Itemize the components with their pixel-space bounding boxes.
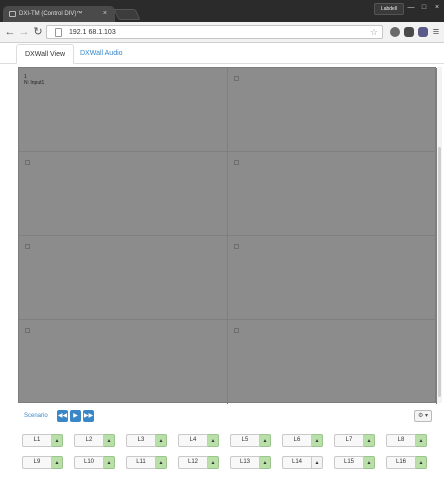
layout-arrow-button[interactable]: ▲: [156, 456, 167, 469]
extension-icon[interactable]: [390, 27, 400, 37]
rewind-button[interactable]: ◀◀: [57, 410, 68, 422]
reload-icon[interactable]: ↻: [32, 25, 44, 39]
url-text: 192.1 68.1.103: [69, 29, 116, 36]
layout-button-l15[interactable]: L15 ▲: [334, 456, 375, 469]
close-window-icon[interactable]: ×: [431, 3, 443, 14]
wall-cell-4[interactable]: [228, 152, 437, 236]
layout-arrow-button[interactable]: ▲: [208, 434, 219, 447]
layout-arrow-button[interactable]: ▲: [364, 456, 375, 469]
back-icon[interactable]: ←: [4, 25, 16, 39]
layout-button-l12[interactable]: L12 ▲: [178, 456, 219, 469]
layout-button-l6[interactable]: L6 ▲: [282, 434, 323, 447]
layout-arrow-button[interactable]: ▲: [364, 434, 375, 447]
lock-icon: [234, 160, 239, 165]
layout-button-l1[interactable]: L1 ▲: [22, 434, 63, 447]
browser-toolbar: ← → ↻ 192.1 68.1.103 ☆ ≡: [0, 22, 444, 43]
wall-cell-8[interactable]: [228, 320, 437, 404]
minimize-icon[interactable]: —: [405, 3, 417, 14]
layout-arrow-button[interactable]: ▲: [312, 434, 323, 447]
scrollbar-thumb[interactable]: [438, 147, 441, 397]
layout-label[interactable]: L6: [282, 434, 312, 447]
layout-label[interactable]: L15: [334, 456, 364, 469]
layout-button-l16[interactable]: L16 ▲: [386, 456, 427, 469]
app-tabs: DXWall View DXWall Audio: [0, 44, 444, 64]
layout-arrow-button[interactable]: ▲: [208, 456, 219, 469]
layout-arrow-button[interactable]: ▲: [312, 456, 323, 469]
wall-cell-2[interactable]: [228, 68, 437, 152]
layout-arrow-button[interactable]: ▲: [260, 434, 271, 447]
layout-arrow-button[interactable]: ▲: [156, 434, 167, 447]
layout-button-l8[interactable]: L8 ▲: [386, 434, 427, 447]
wall-cell-label: 1 N: Input1: [24, 74, 45, 86]
video-wall[interactable]: 1 N: Input1: [18, 67, 437, 404]
layout-arrow-button[interactable]: ▲: [416, 456, 427, 469]
wall-cell-3[interactable]: [19, 152, 228, 236]
close-tab-icon[interactable]: ×: [103, 6, 107, 22]
menu-icon[interactable]: ≡: [430, 25, 442, 39]
wall-cell-5[interactable]: [19, 236, 228, 320]
lock-icon: [234, 76, 239, 81]
lock-icon: [25, 160, 30, 165]
layout-label[interactable]: L2: [74, 434, 104, 447]
layout-label[interactable]: L11: [126, 456, 156, 469]
wall-cell-7[interactable]: [19, 320, 228, 404]
browser-titlebar: DXI-TM (Control DIV)™ × Labdell — □ ×: [0, 0, 444, 22]
layout-button-l10[interactable]: L10 ▲: [74, 456, 115, 469]
forward-icon[interactable]: →: [18, 25, 30, 39]
layout-arrow-button[interactable]: ▲: [52, 434, 63, 447]
address-bar[interactable]: 192.1 68.1.103 ☆: [46, 25, 383, 39]
layout-button-l7[interactable]: L7 ▲: [334, 434, 375, 447]
layout-label[interactable]: L3: [126, 434, 156, 447]
layout-label[interactable]: L16: [386, 456, 416, 469]
layout-label[interactable]: L5: [230, 434, 260, 447]
wall-cell-6[interactable]: [228, 236, 437, 320]
tab-dxwall-view[interactable]: DXWall View: [16, 44, 75, 64]
settings-dropdown-button[interactable]: ⚙ ▾: [414, 410, 432, 422]
layout-button-l4[interactable]: L4 ▲: [178, 434, 219, 447]
layout-label[interactable]: L10: [74, 456, 104, 469]
layout-arrow-button[interactable]: ▲: [104, 434, 115, 447]
lock-icon: [25, 244, 30, 249]
layout-button-l9[interactable]: L9 ▲: [22, 456, 63, 469]
lock-icon: [234, 328, 239, 333]
layout-label[interactable]: L12: [178, 456, 208, 469]
lock-icon: [234, 244, 239, 249]
layout-button-l3[interactable]: L3 ▲: [126, 434, 167, 447]
layout-button-l13[interactable]: L13 ▲: [230, 456, 271, 469]
layout-label[interactable]: L9: [22, 456, 52, 469]
profile-button[interactable]: Labdell: [374, 3, 404, 15]
play-button[interactable]: ▶: [70, 410, 81, 422]
page-icon: [55, 28, 62, 37]
layout-button-l11[interactable]: L11 ▲: [126, 456, 167, 469]
browser-tab[interactable]: DXI-TM (Control DIV)™ ×: [3, 6, 115, 22]
page-favicon-icon: [9, 11, 16, 17]
tab-dxwall-audio[interactable]: DXWall Audio: [72, 44, 131, 64]
fast-forward-button[interactable]: ▶▶: [83, 410, 94, 422]
layout-label[interactable]: L8: [386, 434, 416, 447]
extension-icon[interactable]: [404, 27, 414, 37]
layout-label[interactable]: L7: [334, 434, 364, 447]
layout-label[interactable]: L1: [22, 434, 52, 447]
layout-label[interactable]: L13: [230, 456, 260, 469]
layout-button-l14[interactable]: L14 ▲: [282, 456, 323, 469]
layout-label[interactable]: L14: [282, 456, 312, 469]
layout-arrow-button[interactable]: ▲: [260, 456, 271, 469]
lock-icon: [25, 328, 30, 333]
layout-arrow-button[interactable]: ▲: [104, 456, 115, 469]
bookmark-star-icon[interactable]: ☆: [370, 26, 378, 39]
layout-arrow-button[interactable]: ▲: [52, 456, 63, 469]
browser-tab-title: DXI-TM (Control DIV)™: [19, 11, 83, 17]
layout-label[interactable]: L4: [178, 434, 208, 447]
maximize-icon[interactable]: □: [418, 3, 430, 14]
wall-cell-1[interactable]: 1 N: Input1: [19, 68, 228, 152]
new-tab-button[interactable]: [113, 9, 141, 20]
scenario-label: Scenario: [24, 413, 48, 419]
page-scrollbar[interactable]: [437, 67, 442, 403]
layout-button-l2[interactable]: L2 ▲: [74, 434, 115, 447]
layout-button-l5[interactable]: L5 ▲: [230, 434, 271, 447]
layout-arrow-button[interactable]: ▲: [416, 434, 427, 447]
extension-icon[interactable]: [418, 27, 428, 37]
